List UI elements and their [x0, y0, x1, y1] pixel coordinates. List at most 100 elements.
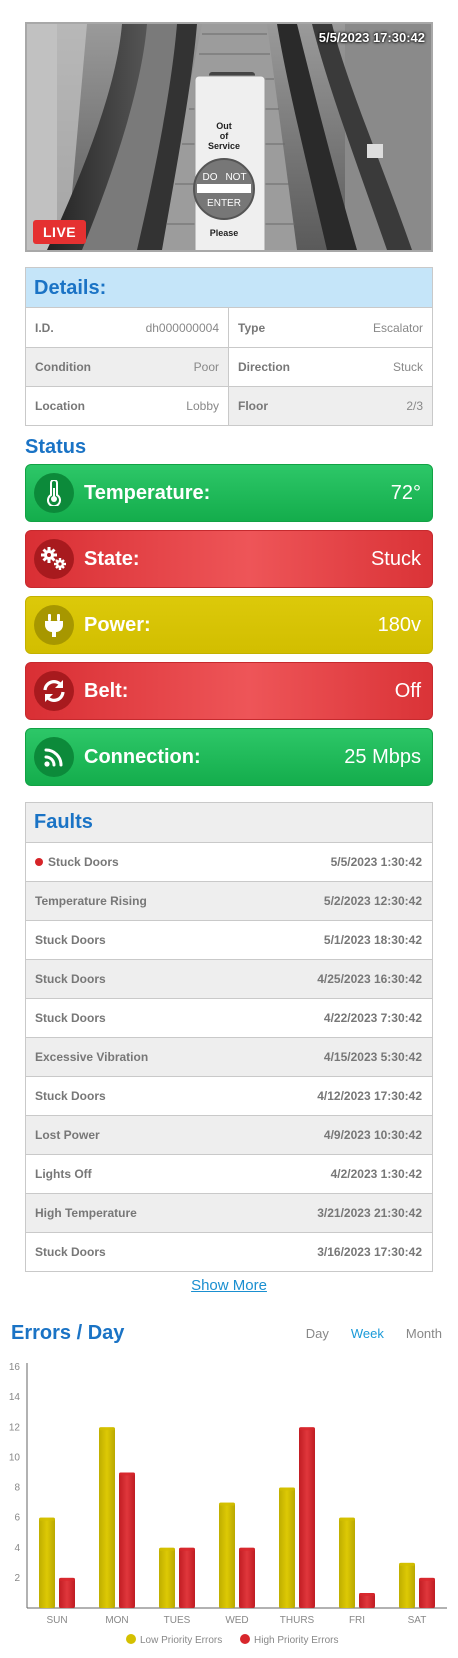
bar-cap	[339, 1517, 355, 1521]
faults-title: Faults	[26, 803, 432, 842]
fault-row[interactable]: Stuck Doors 4/12/2023 17:30:42	[26, 1076, 432, 1115]
bar-cap	[159, 1547, 175, 1551]
detail-value: Lobby	[186, 399, 219, 413]
x-tick-label: FRI	[349, 1615, 365, 1626]
sign-not: NOT	[225, 172, 246, 183]
bar-low-priority	[279, 1487, 295, 1608]
status-belt[interactable]: Belt: Off	[25, 662, 433, 720]
y-tick-label: 10	[9, 1452, 21, 1463]
chart-range-tabs: Day Week Month	[306, 1326, 442, 1341]
thermometer-icon	[34, 473, 74, 513]
bar-low-priority	[99, 1427, 115, 1608]
legend-low-priority-swatch	[126, 1634, 136, 1644]
status-label: State:	[84, 547, 140, 570]
details-panel: Details: I.D. dh000000004 Type Escalator C…	[25, 267, 433, 426]
fault-name: Stuck Doors	[35, 972, 106, 986]
status-label: Belt:	[84, 679, 129, 702]
detail-value: Stuck	[392, 360, 423, 374]
fault-time: 4/9/2023 10:30:42	[323, 1128, 422, 1142]
fault-row[interactable]: Lost Power 4/9/2023 10:30:42	[26, 1115, 432, 1154]
detail-label: Floor	[238, 399, 268, 413]
faults-panel: Faults Stuck Doors 5/5/2023 1:30:42 Tempe…	[25, 802, 433, 1272]
bar-cap	[279, 1487, 295, 1491]
status-power[interactable]: Power: 180v	[25, 596, 433, 654]
bar-cap	[99, 1427, 115, 1431]
y-tick-label: 2	[14, 1573, 20, 1584]
bar-cap	[239, 1547, 255, 1551]
status-value: Stuck	[370, 547, 421, 570]
y-tick-label: 12	[9, 1422, 21, 1433]
fault-row[interactable]: Stuck Doors 4/22/2023 7:30:42	[26, 998, 432, 1037]
gears-icon	[34, 539, 74, 579]
tab-day[interactable]: Day	[306, 1326, 329, 1341]
y-tick-label: 14	[9, 1392, 21, 1403]
signal-icon	[34, 737, 74, 777]
status-connection[interactable]: Connection: 25 Mbps	[25, 728, 433, 786]
detail-value: dh000000004	[145, 320, 219, 335]
y-tick-label: 16	[9, 1362, 21, 1373]
detail-label: Condition	[35, 360, 91, 374]
y-tick-label: 4	[14, 1543, 20, 1554]
fault-time: 5/1/2023 18:30:42	[323, 933, 422, 947]
bar-cap	[179, 1547, 195, 1551]
fault-time: 4/2/2023 1:30:42	[330, 1167, 422, 1181]
fault-row[interactable]: Stuck Doors 3/16/2023 17:30:42	[26, 1232, 432, 1271]
detail-value: Poor	[193, 360, 219, 374]
detail-value: Escalator	[372, 320, 423, 335]
fault-row[interactable]: Excessive Vibration 4/15/2023 5:30:42	[26, 1037, 432, 1076]
chart-title: Errors / Day	[11, 1322, 125, 1344]
fault-name: Stuck Doors	[35, 1089, 106, 1103]
fault-time: 5/2/2023 12:30:42	[323, 894, 422, 908]
fault-name: Temperature Rising	[35, 894, 147, 908]
fault-row[interactable]: Stuck Doors 5/1/2023 18:30:42	[26, 920, 432, 959]
detail-direction: Direction Stuck	[229, 347, 432, 386]
bar-low-priority	[39, 1517, 55, 1608]
fault-row[interactable]: Stuck Doors 4/25/2023 16:30:42	[26, 959, 432, 998]
camera-timestamp: 5/5/2023 17:30:42	[318, 30, 425, 45]
fault-row[interactable]: Temperature Rising 5/2/2023 12:30:42	[26, 881, 432, 920]
show-more-container: Show More	[0, 1277, 458, 1295]
fault-row[interactable]: Lights Off 4/2/2023 1:30:42	[26, 1154, 432, 1193]
detail-label: Type	[238, 320, 266, 335]
fault-name: Stuck Doors	[35, 855, 119, 869]
fault-name: Lights Off	[35, 1167, 92, 1181]
bar-low-priority	[339, 1517, 355, 1608]
x-tick-label: WED	[225, 1615, 248, 1626]
x-tick-label: SUN	[46, 1615, 67, 1626]
fault-time: 5/5/2023 1:30:42	[330, 855, 422, 869]
x-tick-label: SAT	[408, 1615, 427, 1626]
status-list: Temperature: 72° State: Stuck Power: 180…	[25, 464, 433, 794]
tab-week[interactable]: Week	[351, 1326, 384, 1341]
x-tick-label: MON	[105, 1615, 128, 1626]
fault-time: 3/21/2023 21:30:42	[317, 1206, 422, 1220]
errors-bar-chart: 2 4 6 8 10 12 14 16 SUN MON TUES WED THURS FRI SAT Low …	[9, 1362, 447, 1646]
detail-location: Location Lobby	[26, 386, 229, 425]
camera-feed[interactable]: Out of Service DO NOT ENTER Please 5/5/2…	[25, 22, 433, 252]
detail-label: Direction	[238, 360, 291, 374]
bar-high-priority	[239, 1547, 255, 1608]
bar-cap	[359, 1592, 375, 1596]
bar-low-priority	[219, 1502, 235, 1608]
status-title: Status	[25, 436, 87, 458]
status-label: Temperature:	[84, 481, 211, 504]
bar-low-priority	[159, 1547, 175, 1608]
status-state[interactable]: State: Stuck	[25, 530, 433, 588]
bar-high-priority	[119, 1472, 135, 1608]
bar-high-priority	[179, 1547, 195, 1608]
tab-month[interactable]: Month	[406, 1326, 442, 1341]
bar-high-priority	[59, 1577, 75, 1608]
bar-cap	[219, 1502, 235, 1506]
status-temperature[interactable]: Temperature: 72°	[25, 464, 433, 522]
refresh-icon	[34, 671, 74, 711]
fault-row[interactable]: Stuck Doors 5/5/2023 1:30:42	[26, 842, 432, 881]
x-tick-label: THURS	[280, 1615, 315, 1626]
sign-text-2: of	[220, 131, 229, 141]
status-value: Off	[394, 679, 421, 702]
sign-text-3: Service	[208, 141, 240, 151]
status-label: Connection:	[84, 745, 201, 768]
legend-label: Low Priority Errors	[140, 1635, 222, 1646]
detail-id: I.D. dh000000004	[26, 308, 229, 347]
show-more-link[interactable]: Show More	[191, 1277, 267, 1294]
sign-enter: ENTER	[207, 198, 241, 209]
fault-row[interactable]: High Temperature 3/21/2023 21:30:42	[26, 1193, 432, 1232]
